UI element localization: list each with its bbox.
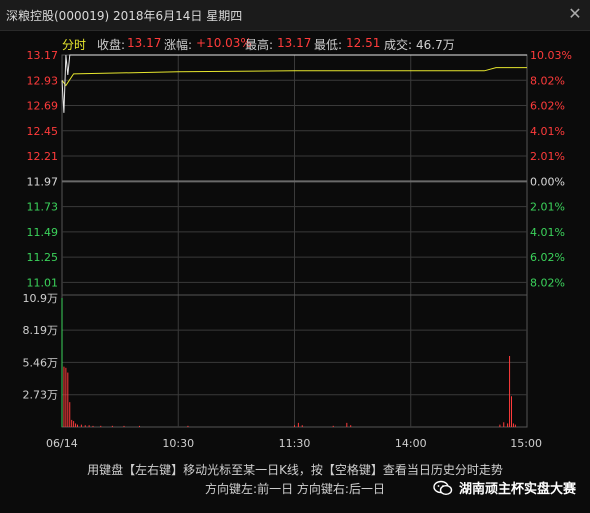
volume-tick-label: 8.19万 — [23, 324, 59, 337]
price-tick-label: 11.25 — [27, 251, 59, 264]
pct-tick-label: 10.03% — [530, 49, 572, 62]
watermark-text: 湖南顽主杯实盘大赛 — [458, 482, 576, 497]
pct-tick-label: 2.01% — [530, 201, 565, 214]
price-tick-label: 11.73 — [27, 201, 59, 214]
x-tick-label: 14:00 — [395, 437, 427, 450]
intraday-chart[interactable]: 13.17 10.03% 12.93 8.02% 12.69 6.02% 12.45 4.01… — [0, 0, 590, 460]
pct-tick-label: 8.02% — [530, 276, 565, 289]
volume-tick-label: 2.73万 — [23, 389, 59, 402]
price-tick-label: 12.93 — [27, 74, 59, 87]
volume-tick-label: 10.9万 — [23, 292, 59, 305]
x-tick-label: 06/14 — [46, 437, 78, 450]
price-tick-label: 11.01 — [27, 276, 59, 289]
x-tick-label: 10:30 — [162, 437, 194, 450]
pct-tick-label: 4.01% — [530, 125, 565, 138]
price-tick-label: 13.17 — [27, 49, 59, 62]
pct-tick-label: 8.02% — [530, 74, 565, 87]
pct-tick-label: 0.00% — [530, 175, 565, 188]
keyboard-hint-line1: 用键盘【左右键】移动光标至某一日K线，按【空格键】查看当日历史分时走势 — [87, 463, 503, 477]
wechat-icon — [433, 480, 453, 495]
price-tick-label: 11.49 — [27, 226, 59, 239]
x-tick-label: 15:00 — [510, 437, 542, 450]
x-tick-label: 11:30 — [279, 437, 311, 450]
price-tick-label: 12.69 — [27, 100, 59, 113]
price-tick-label: 12.21 — [27, 150, 59, 163]
pct-tick-label: 4.01% — [530, 226, 565, 239]
pct-tick-label: 2.01% — [530, 150, 565, 163]
volume-tick-label: 5.46万 — [23, 356, 59, 369]
pct-tick-label: 6.02% — [530, 100, 565, 113]
price-tick-label: 12.45 — [27, 125, 59, 138]
price-tick-label: 11.97 — [27, 175, 59, 188]
pct-tick-label: 6.02% — [530, 251, 565, 264]
watermark: 湖南顽主杯实盘大赛 — [433, 478, 576, 497]
